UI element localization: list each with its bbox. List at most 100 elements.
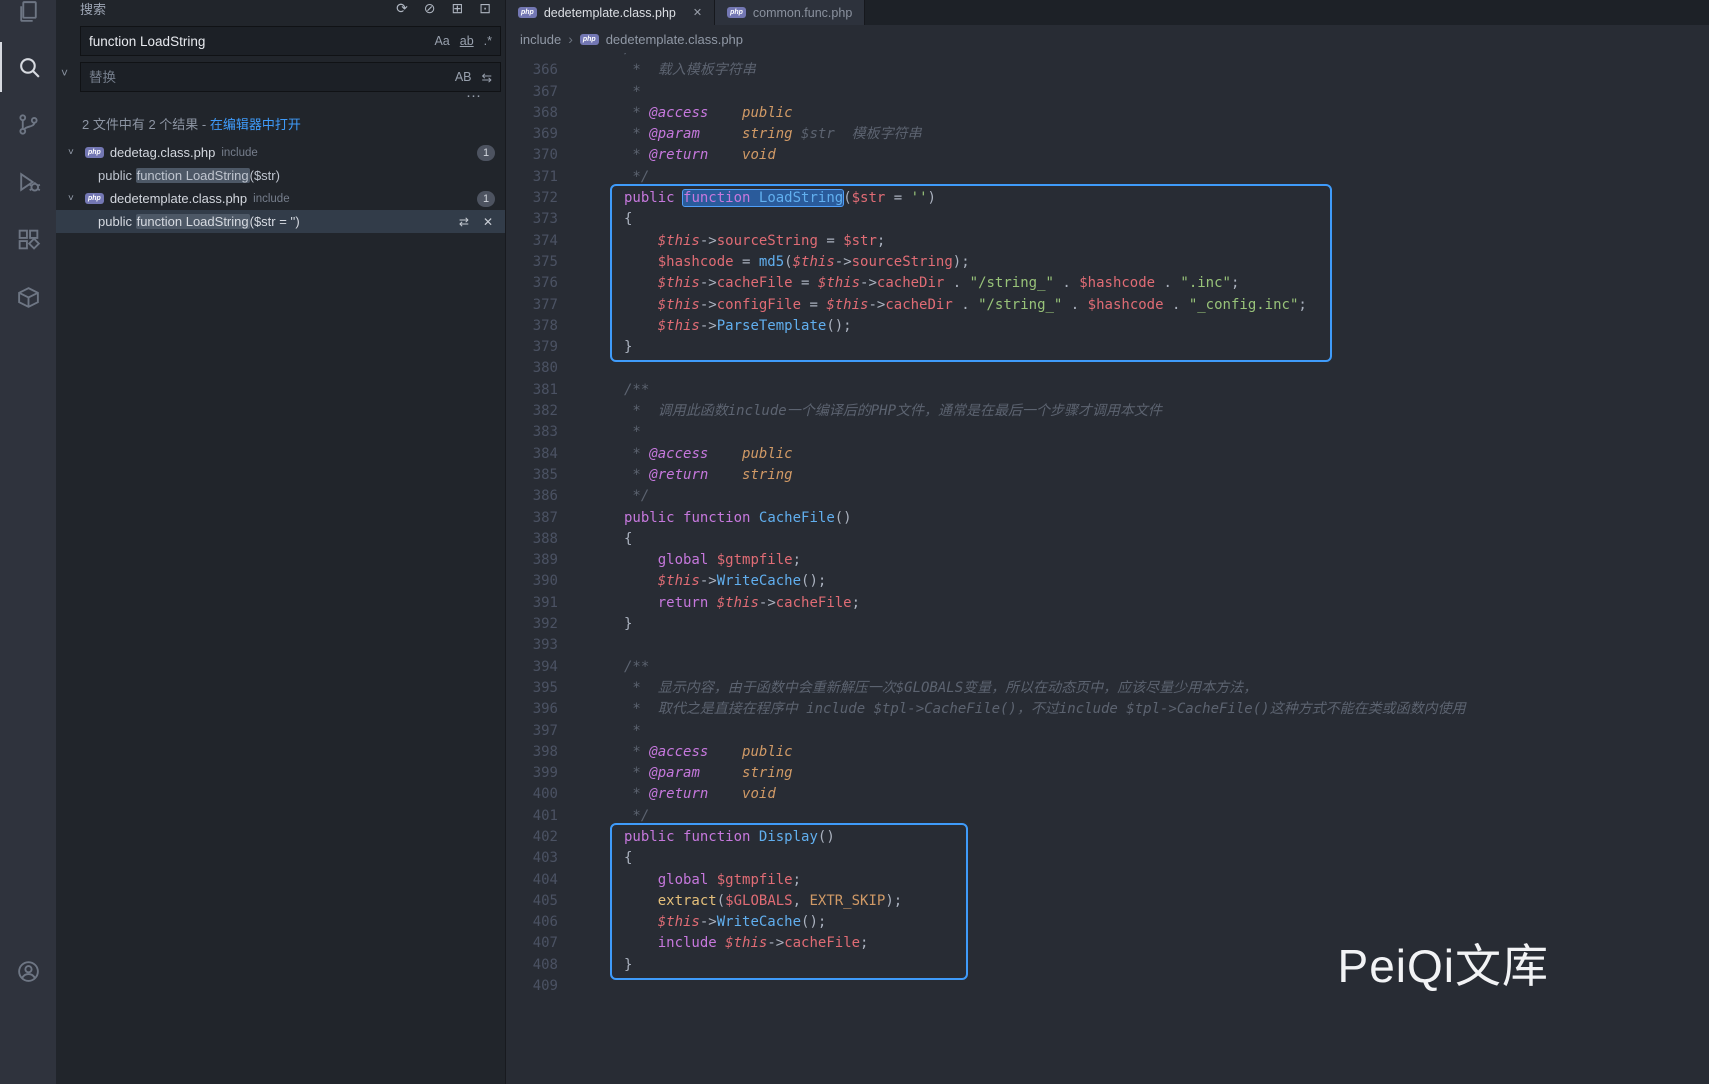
source-control-icon[interactable] xyxy=(0,99,56,149)
code-line[interactable]: 367 * xyxy=(506,82,1709,103)
code-line[interactable]: 370 * @return void xyxy=(506,145,1709,166)
clear-results-icon[interactable]: ⊘ xyxy=(424,0,436,17)
code-text: * @return string xyxy=(624,465,793,486)
search-file-row[interactable]: ˅ php dedetemplate.class.php include 1 xyxy=(56,187,505,210)
replace-all-icon[interactable]: ⇆ xyxy=(482,70,492,85)
code-token: ) xyxy=(928,190,936,206)
code-line[interactable]: 380 xyxy=(506,358,1709,379)
code-line[interactable]: 369 * @param string $str 模板字符串 xyxy=(506,124,1709,145)
toggle-search-details-icon[interactable]: ··· xyxy=(466,87,481,104)
code-line[interactable]: 374 $this->sourceString = $str; xyxy=(506,231,1709,252)
regex-icon[interactable]: .* xyxy=(484,34,492,48)
chevron-down-icon[interactable]: ˅ xyxy=(68,147,79,158)
open-in-editor-link[interactable]: 在编辑器中打开 xyxy=(210,117,301,132)
code-line[interactable]: 402public function Display() xyxy=(506,827,1709,848)
code-line[interactable]: 392} xyxy=(506,614,1709,635)
code-token: $this xyxy=(793,254,835,270)
code-line[interactable]: 393 xyxy=(506,635,1709,656)
code-line[interactable]: 397 * xyxy=(506,721,1709,742)
code-line[interactable]: 388{ xyxy=(506,529,1709,550)
code-line[interactable]: 405 extract($GLOBALS, EXTR_SKIP); xyxy=(506,891,1709,912)
code-line[interactable]: 403{ xyxy=(506,848,1709,869)
search-input[interactable] xyxy=(89,34,424,49)
code-line[interactable]: 391 return $this->cacheFile; xyxy=(506,593,1709,614)
code-line[interactable]: 373{ xyxy=(506,209,1709,230)
code-token: ( xyxy=(843,190,851,206)
code-editor[interactable]: 365/**366 * 载入模板字符串367 *368 * @access pu… xyxy=(506,53,1709,1084)
code-line[interactable]: 386 */ xyxy=(506,486,1709,507)
breadcrumb-file[interactable]: dedetemplate.class.php xyxy=(606,32,743,47)
search-match-row[interactable]: public function LoadString($str) xyxy=(56,164,505,187)
extensions-icon[interactable] xyxy=(0,214,56,264)
code-line[interactable]: 404 global $gtmpfile; xyxy=(506,870,1709,891)
code-text: } xyxy=(624,614,632,635)
code-line[interactable]: 389 global $gtmpfile; xyxy=(506,550,1709,571)
code-line[interactable]: 381/** xyxy=(506,380,1709,401)
php-file-icon: php xyxy=(85,193,104,204)
code-token: . xyxy=(1054,275,1079,291)
code-line[interactable]: 383 * xyxy=(506,422,1709,443)
code-line[interactable]: 375 $hashcode = md5($this->sourceString)… xyxy=(506,252,1709,273)
search-match-row-selected[interactable]: public function LoadString($str = '') ⇄ … xyxy=(56,210,505,233)
code-line[interactable]: 377 $this->configFile = $this->cacheDir … xyxy=(506,295,1709,316)
code-line[interactable]: 378 $this->ParseTemplate(); xyxy=(506,316,1709,337)
line-number: 407 xyxy=(506,933,558,954)
code-line[interactable]: 390 $this->WriteCache(); xyxy=(506,571,1709,592)
close-tab-icon[interactable]: ✕ xyxy=(693,6,702,19)
replace-input[interactable] xyxy=(89,70,445,85)
code-line[interactable]: 379} xyxy=(506,337,1709,358)
code-line[interactable]: 394/** xyxy=(506,657,1709,678)
code-line[interactable]: 401 */ xyxy=(506,806,1709,827)
code-token xyxy=(750,190,758,206)
dismiss-match-icon[interactable]: ✕ xyxy=(483,215,493,229)
preserve-case-icon[interactable]: AB xyxy=(455,70,472,84)
search-file-row[interactable]: ˅ php dedetag.class.php include 1 xyxy=(56,141,505,164)
package-icon[interactable] xyxy=(0,272,56,322)
code-token: = xyxy=(885,190,910,206)
search-box: Aa ab .* xyxy=(80,26,501,56)
new-search-editor-icon[interactable]: ⊞ xyxy=(452,0,464,17)
code-line[interactable]: 368 * @access public xyxy=(506,103,1709,124)
code-line[interactable]: 366 * 载入模板字符串 xyxy=(506,60,1709,81)
account-icon[interactable] xyxy=(0,946,56,996)
code-line[interactable]: 400 * @return void xyxy=(506,784,1709,805)
code-token: @param xyxy=(649,126,700,142)
line-number: 365 xyxy=(506,53,558,60)
code-text: * 取代之是直接在程序中 include $tpl->CacheFile()，不… xyxy=(624,699,1466,720)
code-line[interactable]: 382 * 调用此函数include一个编译后的PHP文件，通常是在最后一个步骤… xyxy=(506,401,1709,422)
code-text: { xyxy=(624,848,632,869)
code-line[interactable]: 371 */ xyxy=(506,167,1709,188)
replace-match-icon[interactable]: ⇄ xyxy=(459,215,469,229)
whole-word-icon[interactable]: ab xyxy=(460,34,474,48)
file-name: dedetag.class.php xyxy=(110,145,216,160)
tab-common-func-php[interactable]: php common.func.php xyxy=(715,0,865,25)
line-number: 401 xyxy=(506,806,558,827)
explorer-icon[interactable] xyxy=(0,0,56,36)
match-case-icon[interactable]: Aa xyxy=(434,34,449,48)
code-token: { xyxy=(624,850,632,866)
code-line[interactable]: 395 * 显示内容，由于函数中会重新解压一次$GLOBALS变量，所以在动态页… xyxy=(506,678,1709,699)
run-debug-icon[interactable] xyxy=(0,157,56,207)
breadcrumb-folder[interactable]: include xyxy=(520,32,561,47)
code-token xyxy=(708,786,742,802)
code-line[interactable]: 376 $this->cacheFile = $this->cacheDir .… xyxy=(506,273,1709,294)
code-token xyxy=(708,744,742,760)
code-line[interactable]: 399 * @param string xyxy=(506,763,1709,784)
code-line[interactable]: 396 * 取代之是直接在程序中 include $tpl->CacheFile… xyxy=(506,699,1709,720)
code-line[interactable]: 372public function LoadString($str = '') xyxy=(506,188,1709,209)
code-token xyxy=(708,467,742,483)
code-line[interactable]: 387public function CacheFile() xyxy=(506,508,1709,529)
tab-dedetemplate-class-php[interactable]: php dedetemplate.class.php ✕ xyxy=(506,0,715,25)
code-line[interactable]: 398 * @access public xyxy=(506,742,1709,763)
search-icon[interactable] xyxy=(0,42,56,92)
open-in-editor-icon[interactable]: ⊡ xyxy=(479,0,491,17)
code-line[interactable]: 385 * @return string xyxy=(506,465,1709,486)
chevron-down-icon[interactable]: ˅ xyxy=(68,193,79,204)
code-line[interactable]: 384 * @access public xyxy=(506,444,1709,465)
line-number: 388 xyxy=(506,529,558,550)
code-text: public function Display() xyxy=(624,827,835,848)
code-line[interactable]: 365/** xyxy=(506,53,1709,60)
line-number: 387 xyxy=(506,508,558,529)
toggle-replace-icon[interactable]: ˅ xyxy=(61,66,68,80)
refresh-icon[interactable]: ⟳ xyxy=(396,0,408,17)
